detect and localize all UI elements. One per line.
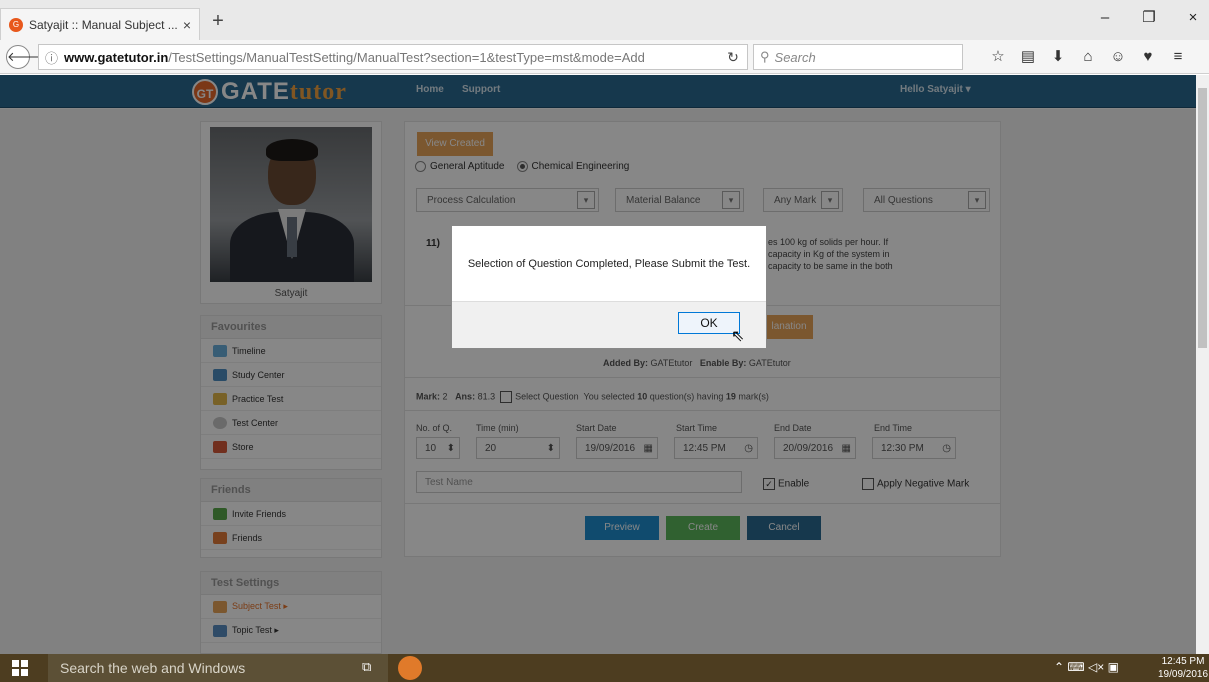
search-placeholder: Search	[774, 49, 816, 65]
info-icon: ⓘ	[45, 50, 59, 66]
cursor-icon: ⇖	[731, 328, 745, 345]
url-domain: www.gatetutor.in	[64, 49, 169, 65]
minimize-button[interactable]: –	[1090, 6, 1120, 30]
scrollbar-thumb[interactable]	[1198, 88, 1207, 348]
new-tab-button[interactable]: +	[206, 10, 230, 34]
menu-icon[interactable]: ≡	[1167, 46, 1189, 68]
hello-icon[interactable]: ☺	[1107, 46, 1129, 68]
back-arrow-icon[interactable]: 🡐	[6, 45, 42, 69]
firefox-icon[interactable]	[398, 656, 422, 680]
address-bar[interactable]: ⓘ www.gatetutor.in /TestSettings/ManualT…	[38, 44, 748, 70]
reading-list-icon[interactable]: ▤	[1017, 46, 1039, 68]
favicon-icon: G	[9, 17, 23, 32]
bookmark-star-icon[interactable]: ☆	[987, 46, 1009, 68]
pocket-icon[interactable]: ♥	[1137, 46, 1159, 68]
reload-icon[interactable]: ↻	[722, 46, 744, 68]
close-window-button[interactable]: ×	[1178, 6, 1208, 30]
task-view-icon[interactable]: ⧉	[362, 659, 371, 675]
browser-tab[interactable]: G Satyajit :: Manual Subject ... ×	[0, 8, 200, 40]
home-icon[interactable]: ⌂	[1077, 46, 1099, 68]
taskbar-clock[interactable]: 12:45 PM 19/09/2016	[1158, 655, 1208, 681]
tab-title: Satyajit :: Manual Subject ...	[29, 17, 178, 32]
search-icon: ⚲	[760, 49, 770, 64]
tab-close-icon[interactable]: ×	[183, 17, 191, 33]
browser-search-input[interactable]: ⚲ Search	[753, 44, 963, 70]
clock-time: 12:45 PM	[1161, 656, 1205, 667]
clock-date: 19/09/2016	[1158, 669, 1209, 680]
windows-start-icon[interactable]	[12, 660, 28, 676]
taskbar-search[interactable]: Search the web and Windows	[48, 654, 388, 682]
url-path: /TestSettings/ManualTestSetting/ManualTe…	[168, 49, 645, 65]
download-icon[interactable]: ⬇	[1047, 46, 1069, 68]
dialog-message: Selection of Question Completed, Please …	[467, 257, 751, 270]
tray-icons[interactable]: ⌃ ⌨ ◁× ▣	[1054, 660, 1119, 674]
modal-overlay	[0, 75, 1196, 654]
maximize-button[interactable]: ❐	[1134, 6, 1164, 30]
